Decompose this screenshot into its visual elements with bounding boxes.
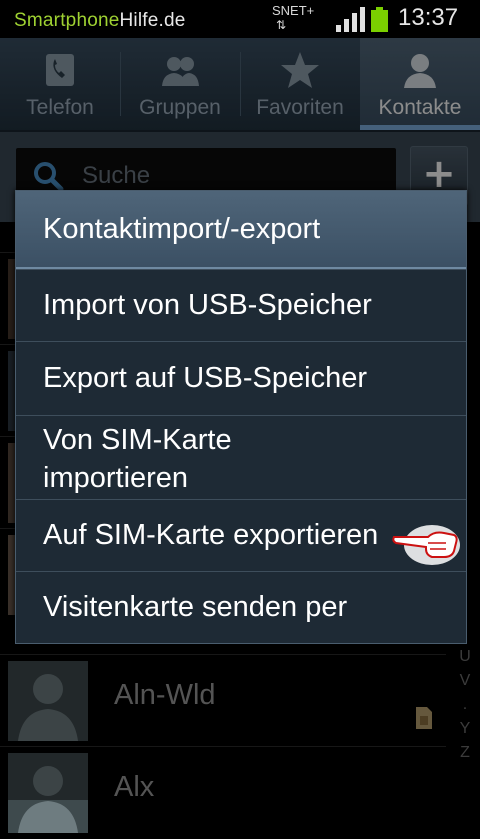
status-bar: SmartphoneHilfe.de SNET+ ⇅ 13:37 xyxy=(0,0,480,38)
pointing-hand-icon xyxy=(392,525,460,565)
signal-icon xyxy=(336,7,365,32)
menu-item-send-vcard[interactable]: Visitenkarte senden per xyxy=(16,571,466,644)
menu-item-import-usb[interactable]: Import von USB-Speicher xyxy=(16,269,466,342)
menu-item-label: Auf SIM-Karte exportieren xyxy=(43,519,379,551)
data-arrows-icon: ⇅ xyxy=(276,18,287,32)
watermark: SmartphoneHilfe.de xyxy=(14,10,186,32)
clock: 13:37 xyxy=(398,4,459,31)
dialog-title-bar: Kontaktimport/-export xyxy=(16,191,466,269)
menu-item-label: Export auf USB-Speicher xyxy=(43,362,367,394)
carrier-label: SNET+ xyxy=(272,3,315,18)
watermark-part2: Hilfe.de xyxy=(119,10,186,31)
watermark-part1: Smartphone xyxy=(14,10,120,31)
menu-item-label: Visitenkarte senden per xyxy=(43,591,348,623)
import-export-dialog: Kontaktimport/-export Import von USB-Spe… xyxy=(15,190,467,644)
battery-icon xyxy=(371,7,388,32)
menu-item-import-sim[interactable]: Von SIM-Karte importieren xyxy=(16,415,466,500)
menu-item-export-usb[interactable]: Export auf USB-Speicher xyxy=(16,341,466,416)
menu-item-label-line2: importieren xyxy=(43,462,189,494)
menu-item-label: Von SIM-Karte xyxy=(43,424,232,456)
menu-item-label: Import von USB-Speicher xyxy=(43,289,372,321)
dialog-title: Kontaktimport/-export xyxy=(43,213,321,245)
